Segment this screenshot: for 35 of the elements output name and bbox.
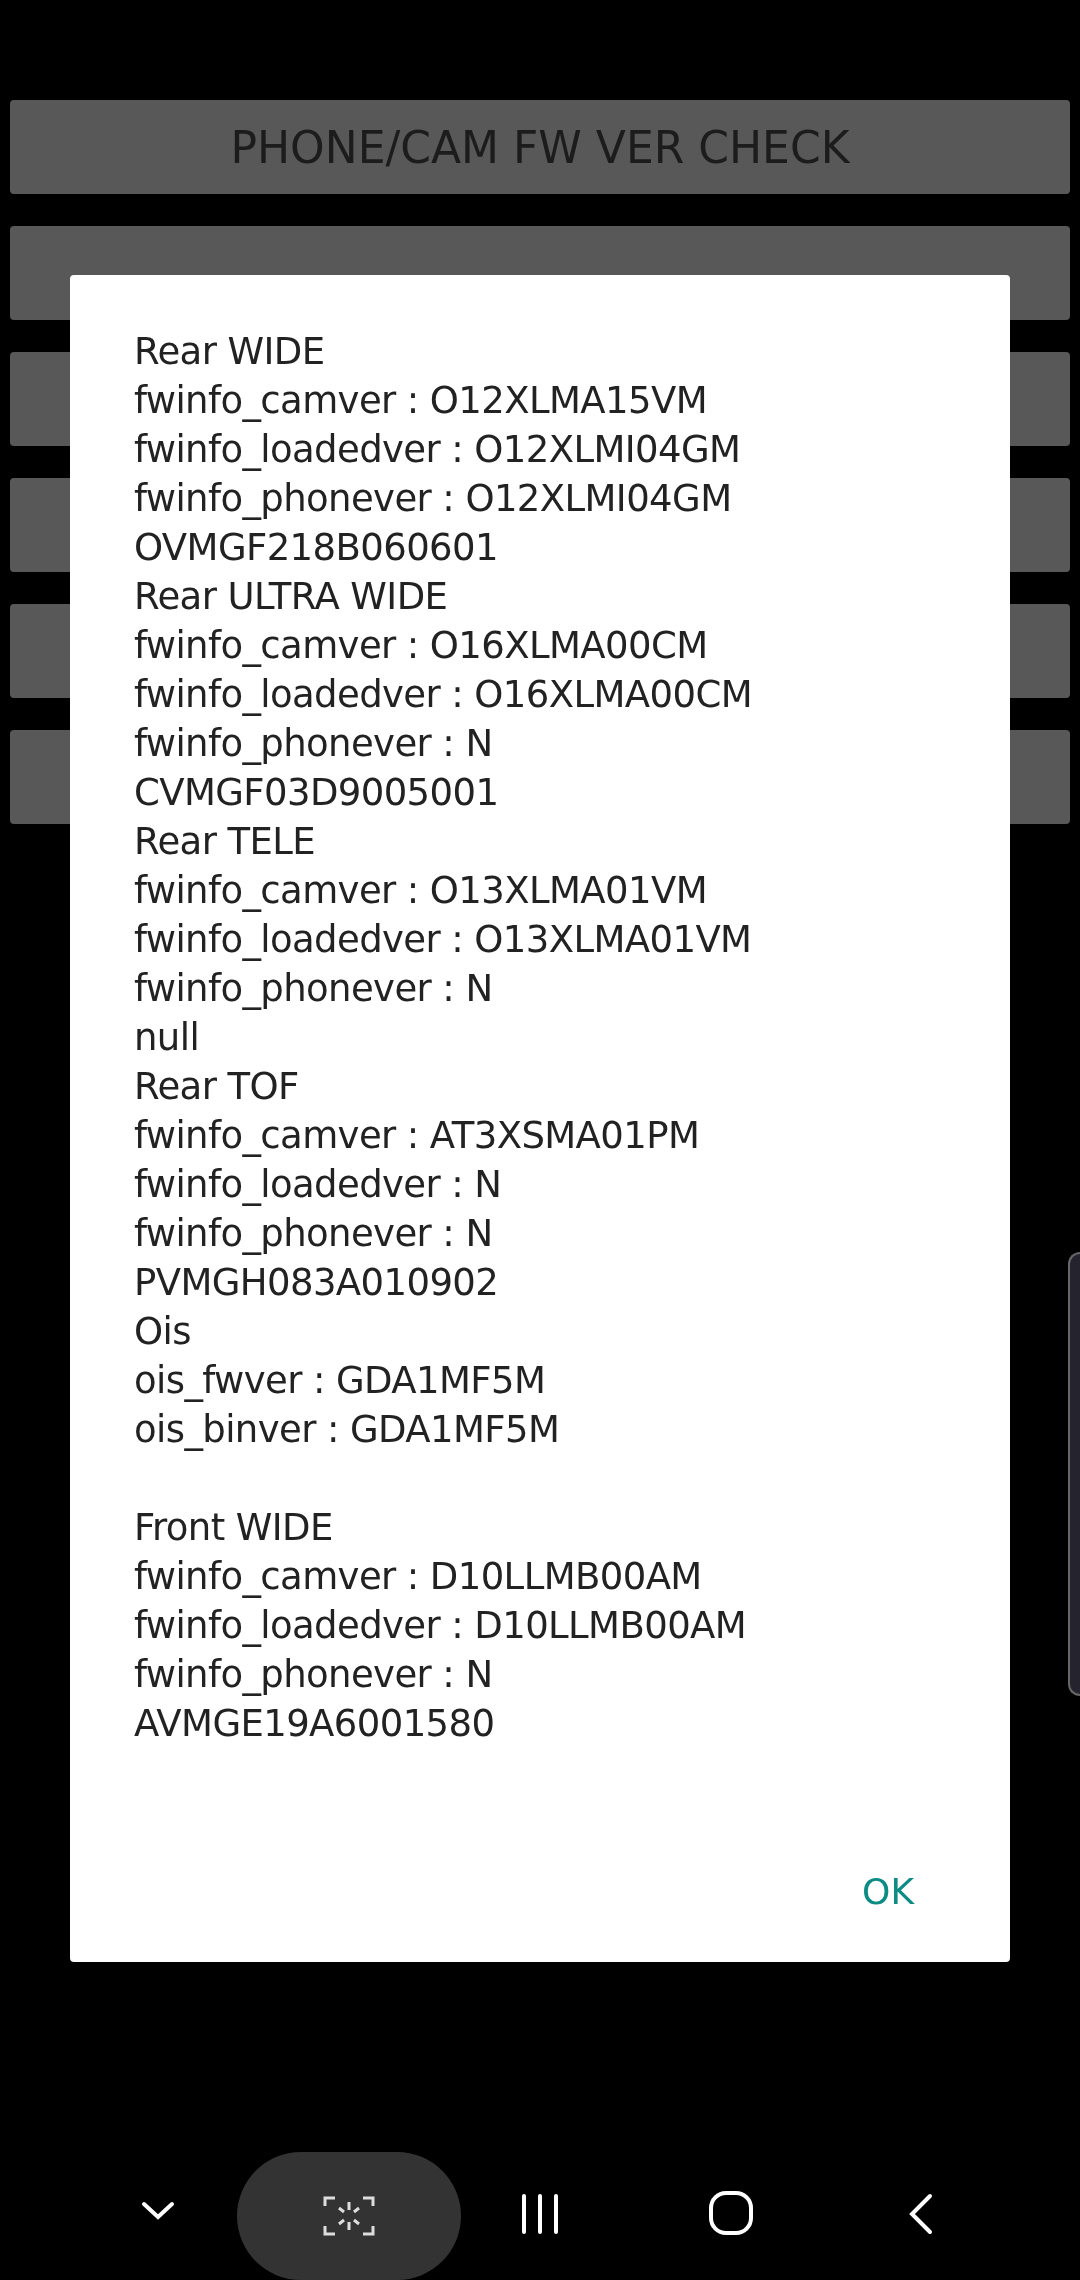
info-line: CVMGF03D9005001 <box>134 770 499 816</box>
info-line: Ois <box>134 1309 191 1355</box>
info-line: fwinfo_loadedver : D10LLMB00AM <box>134 1603 747 1649</box>
info-line: fwinfo_camver : AT3XSMA01PM <box>134 1113 700 1159</box>
info-line: null <box>134 1015 200 1061</box>
info-line: fwinfo_loadedver : O16XLMA00CM <box>134 672 752 718</box>
info-line: Rear TELE <box>134 819 316 865</box>
capture-icon <box>323 2196 375 2236</box>
info-line: fwinfo_camver : D10LLMB00AM <box>134 1554 702 1600</box>
info-line: fwinfo_camver : O16XLMA00CM <box>134 623 708 669</box>
edge-panel-handle[interactable] <box>1068 1252 1080 1696</box>
info-line: Rear ULTRA WIDE <box>134 574 448 620</box>
info-line: PVMGH083A010902 <box>134 1260 499 1306</box>
recent-apps-icon[interactable] <box>520 2192 560 2236</box>
info-line: fwinfo_phonever : N <box>134 1211 493 1257</box>
info-line: fwinfo_phonever : O12XLMI04GM <box>134 476 732 522</box>
info-line: ois_binver : GDA1MF5M <box>134 1407 560 1453</box>
info-line: fwinfo_camver : O13XLMA01VM <box>134 868 707 914</box>
info-line: ois_fwver : GDA1MF5M <box>134 1358 546 1404</box>
info-line: fwinfo_loadedver : N <box>134 1162 502 1208</box>
info-line: fwinfo_loadedver : O13XLMA01VM <box>134 917 752 963</box>
info-line: fwinfo_phonever : N <box>134 1652 493 1698</box>
menu-button[interactable]: PHONE/CAM FW VER CHECK <box>10 100 1070 194</box>
info-line: OVMGF218B060601 <box>134 525 498 571</box>
info-line: AVMGE19A6001580 <box>134 1701 495 1747</box>
info-line: fwinfo_phonever : N <box>134 966 493 1012</box>
info-line: fwinfo_camver : O12XLMA15VM <box>134 378 707 424</box>
ok-button[interactable]: OK <box>842 1861 934 1922</box>
info-line: fwinfo_loadedver : O12XLMI04GM <box>134 427 741 473</box>
info-line: fwinfo_phonever : N <box>134 721 493 767</box>
info-line: Rear TOF <box>134 1064 299 1110</box>
home-icon[interactable] <box>708 2190 754 2236</box>
chevron-down-icon[interactable] <box>140 2200 176 2222</box>
info-line: Rear WIDE <box>134 329 325 375</box>
info-line: Front WIDE <box>134 1505 333 1551</box>
